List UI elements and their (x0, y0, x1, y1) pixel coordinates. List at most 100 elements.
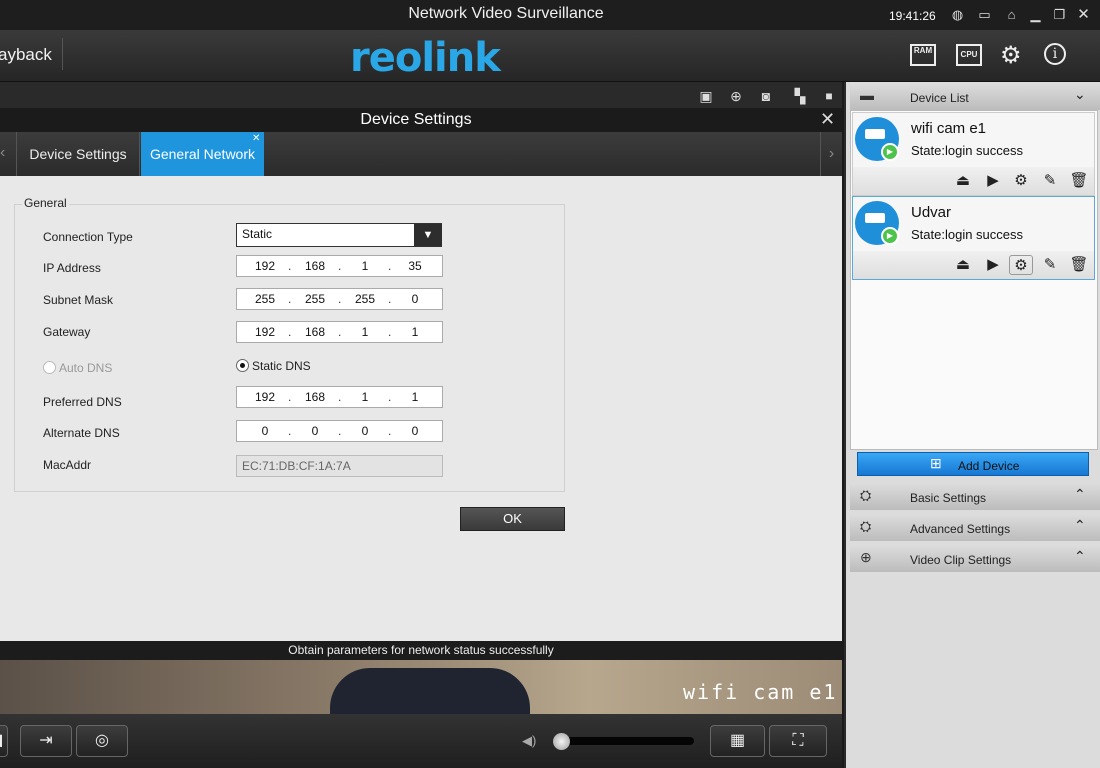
tab-general-network[interactable]: General Network (141, 132, 264, 176)
split-screen-icon[interactable]: ▦ (710, 725, 765, 757)
volume-icon[interactable]: ◀) (522, 733, 536, 749)
device-list-header[interactable]: ▬ Device List ⌄ (850, 82, 1100, 110)
minimize-icon[interactable]: ▁ (1027, 6, 1044, 23)
reolink-logo: reolink (350, 35, 501, 81)
video-scene (330, 668, 530, 714)
view-toggle-icon[interactable]: ◎ (76, 725, 128, 757)
cpu-label: CPU (960, 50, 978, 59)
ip-address-label: IP Address (43, 261, 101, 275)
ram-icon[interactable]: RAM (910, 44, 936, 66)
auto-dns-radio[interactable] (43, 361, 56, 374)
volume-knob[interactable] (553, 733, 570, 750)
video-preview[interactable]: wifi cam e1 (0, 660, 842, 714)
ip-address-field[interactable]: 192. 168. 1. 35 (236, 255, 443, 277)
gateway-label: Gateway (43, 325, 91, 339)
device-card-udvar[interactable]: ▶ Udvar State:login success ⏏ ▶ ⚙ ✎ 🗑 (852, 196, 1095, 280)
main-toolbar: ayback reolink RAM CPU ⚙ i (0, 30, 1100, 82)
ip-octet-1[interactable]: 192 (243, 259, 287, 273)
subnet-octet-1[interactable]: 255 (243, 292, 287, 306)
tab-close-icon[interactable]: ✕ (252, 133, 260, 144)
gateway-octet-1[interactable]: 192 (243, 325, 287, 339)
device-card-wifi-cam-e1[interactable]: ▶ wifi cam e1 State:login success ⏏ ▶ ⚙ … (852, 112, 1095, 196)
static-dns-radio[interactable] (236, 359, 249, 372)
lock-icon[interactable]: ⌂ (1003, 6, 1020, 23)
adns-octet-4[interactable]: 0 (393, 424, 437, 438)
ip-octet-4[interactable]: 35 (393, 259, 437, 273)
pdns-octet-4[interactable]: 1 (393, 390, 437, 404)
connection-type-label: Connection Type (43, 230, 133, 244)
settings-icon[interactable]: ⚙ (1011, 171, 1031, 191)
tab-device-settings[interactable]: Device Settings (16, 132, 140, 176)
play-icon[interactable]: ▶ (983, 171, 1003, 191)
subnet-mask-field[interactable]: 255. 255. 255. 0 (236, 288, 443, 310)
info-icon[interactable]: i (1044, 43, 1066, 65)
plus-icon: ⊞ (930, 455, 942, 471)
tab-scroll-left-icon[interactable]: ‹ (0, 144, 5, 162)
delete-icon[interactable]: 🗑 (1069, 255, 1089, 275)
subnet-octet-4[interactable]: 0 (393, 292, 437, 306)
zoom-icon[interactable]: ⊕ (727, 87, 745, 105)
chevron-down-icon[interactable]: ⌄ (1074, 86, 1086, 103)
dialog-header: Device Settings ✕ (0, 108, 842, 132)
camera-settings-icon: ⛭ (860, 487, 872, 503)
adns-octet-3[interactable]: 0 (343, 424, 387, 438)
adns-octet-1[interactable]: 0 (243, 424, 287, 438)
fullscreen-icon[interactable]: ⛶ (769, 725, 827, 757)
ip-octet-3[interactable]: 1 (343, 259, 387, 273)
switch-stream-icon[interactable]: ⇥ (20, 725, 72, 757)
gateway-octet-3[interactable]: 1 (343, 325, 387, 339)
pdns-octet-1[interactable]: 192 (243, 390, 287, 404)
ip-octet-2[interactable]: 168 (293, 259, 337, 273)
subnet-octet-3[interactable]: 255 (343, 292, 387, 306)
snapshot-icon[interactable]: ◙ (757, 87, 775, 105)
dialog-close-icon[interactable]: ✕ (820, 109, 835, 130)
logout-icon[interactable]: ⏏ (953, 171, 973, 191)
volume-slider[interactable] (553, 737, 694, 745)
pdns-octet-3[interactable]: 1 (343, 390, 387, 404)
delete-icon[interactable]: 🗑 (1069, 171, 1089, 191)
device-list-label: Device List (910, 91, 969, 105)
edit-icon[interactable]: ✎ (1040, 255, 1060, 275)
edit-icon[interactable]: ✎ (1040, 171, 1060, 191)
subnet-octet-2[interactable]: 255 (293, 292, 337, 306)
stop-icon[interactable]: ■ (820, 87, 838, 105)
playback-tab[interactable]: ayback (0, 45, 52, 65)
video-clip-settings-header[interactable]: ⊕ Video Clip Settings ⌃ (850, 544, 1100, 572)
network-settings-panel: General Connection Type Static ▼ IP Addr… (0, 176, 842, 641)
record-icon[interactable]: ▚ (787, 87, 813, 105)
pdns-octet-2[interactable]: 168 (293, 390, 337, 404)
play-icon[interactable]: ▶ (983, 255, 1003, 275)
toolbar-divider (62, 38, 63, 70)
fit-screen-icon[interactable]: ▣ (697, 87, 715, 105)
dropdown-arrow-icon[interactable]: ▼ (414, 224, 442, 246)
preferred-dns-field[interactable]: 192. 168. 1. 1 (236, 386, 443, 408)
gateway-octet-4[interactable]: 1 (393, 325, 437, 339)
gateway-octet-2[interactable]: 168 (293, 325, 337, 339)
settings-icon[interactable]: ⚙ (1009, 255, 1033, 275)
add-device-label: Add Device (958, 459, 1020, 473)
alternate-dns-field[interactable]: 0. 0. 0. 0 (236, 420, 443, 442)
mac-address-value: EC:71:DB:CF:1A:7A (242, 459, 351, 473)
logout-icon[interactable]: ⏏ (953, 255, 973, 275)
mac-address-field: EC:71:DB:CF:1A:7A (236, 455, 443, 477)
close-window-icon[interactable]: ✕ (1075, 6, 1092, 23)
chevron-up-icon[interactable]: ⌃ (1074, 517, 1086, 534)
ok-button[interactable]: OK (460, 507, 565, 531)
adns-octet-2[interactable]: 0 (293, 424, 337, 438)
add-device-button[interactable]: ⊞ Add Device (857, 452, 1089, 476)
group-label: General (22, 196, 69, 210)
connection-type-select[interactable]: Static ▼ (236, 223, 442, 247)
tab-scroll-right-icon[interactable]: › (820, 132, 842, 176)
basic-settings-header[interactable]: ⛭ Basic Settings ⌃ (850, 482, 1100, 510)
monitor-icon[interactable]: ▭ (976, 6, 993, 23)
gateway-field[interactable]: 192. 168. 1. 1 (236, 321, 443, 343)
chevron-up-icon[interactable]: ⌃ (1074, 486, 1086, 503)
gear-icon[interactable]: ⚙ (1000, 41, 1022, 70)
chevron-up-icon[interactable]: ⌃ (1074, 548, 1086, 565)
cpu-icon[interactable]: CPU (956, 44, 982, 66)
restore-icon[interactable]: ❐ (1051, 6, 1068, 23)
layout-icon[interactable]: ▮ (0, 725, 8, 757)
advanced-settings-header[interactable]: ⛭ Advanced Settings ⌃ (850, 513, 1100, 541)
device-name: wifi cam e1 (911, 120, 987, 137)
language-globe-icon[interactable]: ◍ (949, 6, 966, 23)
